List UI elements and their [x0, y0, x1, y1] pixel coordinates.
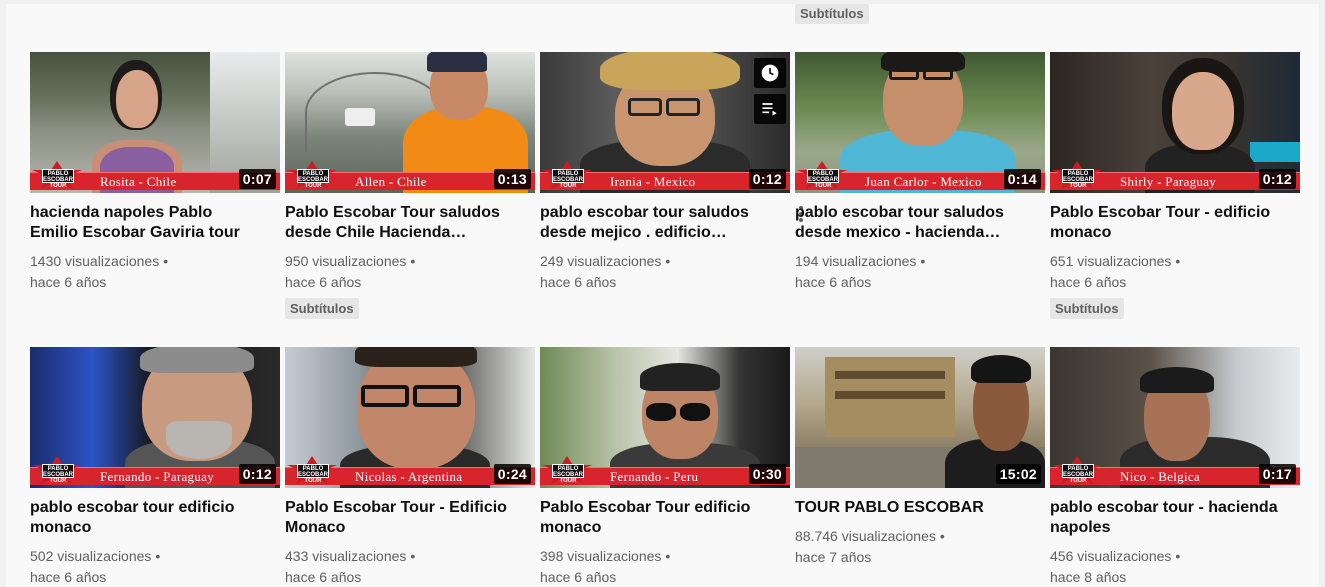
upload-age: hace 6 años	[540, 274, 617, 290]
subtitles-badge: Subtítulos	[795, 4, 869, 24]
video-card[interactable]: Rosita - Chile PABLO ESCOBAR TOUR 0:07 h…	[30, 52, 280, 293]
tour-logo: PABLO ESCOBAR TOUR	[542, 161, 594, 191]
video-meta: 249 visualizaciones • hace 6 años	[540, 253, 671, 290]
video-thumbnail[interactable]: 15:02	[795, 347, 1045, 488]
video-thumbnail[interactable]: Nicolas - Argentina PABLO ESCOBAR TOUR 0…	[285, 347, 535, 488]
video-duration: 0:12	[238, 464, 276, 484]
video-meta: 433 visualizaciones • hace 6 años	[285, 548, 416, 585]
video-duration: 0:12	[1258, 169, 1296, 189]
view-count: 398 visualizaciones	[540, 548, 662, 564]
video-title[interactable]: Pablo Escobar Tour saludos desde Chile H…	[285, 203, 515, 243]
video-meta: 651 visualizaciones • hace 6 años	[1050, 253, 1181, 290]
video-duration: 0:17	[1258, 464, 1296, 484]
view-count: 950 visualizaciones	[285, 253, 407, 269]
video-thumbnail[interactable]: Irania - Mexico PABLO ESCOBAR TOUR 0:12	[540, 52, 790, 193]
video-meta: 194 visualizaciones • hace 6 años	[795, 253, 926, 290]
view-count: 456 visualizaciones	[1050, 548, 1172, 564]
subtitles-badge: Subtítulos	[1050, 298, 1124, 319]
video-thumbnail[interactable]: Fernando - Paraguay PABLO ESCOBAR TOUR 0…	[30, 347, 280, 488]
tour-logo: PABLO ESCOBAR TOUR	[32, 161, 84, 191]
video-card[interactable]: Shirly - Paraguay PABLO ESCOBAR TOUR 0:1…	[1050, 52, 1300, 319]
clock-icon	[761, 64, 779, 82]
video-duration: 0:07	[238, 169, 276, 189]
view-count: 1430 visualizaciones	[30, 253, 160, 269]
upload-age: hace 6 años	[285, 569, 362, 585]
video-card[interactable]: Fernando - Paraguay PABLO ESCOBAR TOUR 0…	[30, 347, 280, 587]
upload-age: hace 6 años	[1050, 274, 1127, 290]
tour-logo: PABLO ESCOBAR TOUR	[287, 161, 339, 191]
video-duration: 15:02	[995, 464, 1041, 484]
view-count: 433 visualizaciones	[285, 548, 407, 564]
tour-logo: PABLO ESCOBAR TOUR	[542, 456, 594, 486]
video-thumbnail[interactable]: Juan Carlor - Mexico PABLO ESCOBAR TOUR …	[795, 52, 1045, 193]
tour-logo: PABLO ESCOBAR TOUR	[1052, 456, 1104, 486]
view-count: 502 visualizaciones	[30, 548, 152, 564]
view-count: 249 visualizaciones	[540, 253, 662, 269]
video-thumbnail[interactable]: Shirly - Paraguay PABLO ESCOBAR TOUR 0:1…	[1050, 52, 1300, 193]
video-title[interactable]: Pablo Escobar Tour edificio monaco	[540, 498, 770, 538]
video-meta: 950 visualizaciones • hace 6 años	[285, 253, 416, 290]
tour-logo: PABLO ESCOBAR TOUR	[287, 456, 339, 486]
video-card[interactable]: Irania - Mexico PABLO ESCOBAR TOUR 0:12 …	[540, 52, 803, 293]
video-card[interactable]: Fernando - Peru PABLO ESCOBAR TOUR 0:30 …	[540, 347, 790, 587]
tour-logo: PABLO ESCOBAR TOUR	[797, 161, 849, 191]
upload-age: hace 6 años	[30, 274, 107, 290]
video-title[interactable]: Pablo Escobar Tour - Edificio Monaco	[285, 498, 515, 538]
upload-age: hace 6 años	[30, 569, 107, 585]
video-duration: 0:14	[1003, 169, 1041, 189]
tour-logo: PABLO ESCOBAR TOUR	[32, 456, 84, 486]
video-meta: 502 visualizaciones • hace 6 años	[30, 548, 161, 585]
upload-age: hace 6 años	[285, 274, 362, 290]
video-card[interactable]: Allen - Chile PABLO ESCOBAR TOUR 0:13 Pa…	[285, 52, 535, 319]
upload-age: hace 6 años	[540, 569, 617, 585]
video-duration: 0:12	[748, 169, 786, 189]
video-duration: 0:30	[748, 464, 786, 484]
video-thumbnail[interactable]: Allen - Chile PABLO ESCOBAR TOUR 0:13	[285, 52, 535, 193]
video-thumbnail[interactable]: Fernando - Peru PABLO ESCOBAR TOUR 0:30	[540, 347, 790, 488]
queue-icon	[762, 103, 777, 116]
upload-age: hace 7 años	[795, 549, 872, 565]
video-title[interactable]: hacienda napoles Pablo Emilio Escobar Ga…	[30, 203, 260, 243]
view-count: 651 visualizaciones	[1050, 253, 1172, 269]
video-meta: 456 visualizaciones • hace 8 años	[1050, 548, 1181, 585]
video-thumbnail[interactable]: Nico - Belgica PABLO ESCOBAR TOUR 0:17	[1050, 347, 1300, 488]
add-to-queue-button[interactable]	[754, 94, 786, 124]
video-meta: 398 visualizaciones • hace 6 años	[540, 548, 671, 585]
video-title[interactable]: pablo escobar tour - hacienda napoles	[1050, 498, 1280, 538]
video-card[interactable]: Juan Carlor - Mexico PABLO ESCOBAR TOUR …	[795, 52, 1045, 293]
video-title[interactable]: pablo escobar tour edificio monaco	[30, 498, 260, 538]
video-card[interactable]: Nicolas - Argentina PABLO ESCOBAR TOUR 0…	[285, 347, 535, 587]
video-meta: 88.746 visualizaciones • hace 7 años	[795, 528, 945, 565]
video-duration: 0:24	[493, 464, 531, 484]
video-card[interactable]: Nico - Belgica PABLO ESCOBAR TOUR 0:17 p…	[1050, 347, 1300, 587]
subtitles-badge: Subtítulos	[285, 298, 359, 319]
upload-age: hace 6 años	[795, 274, 872, 290]
view-count: 194 visualizaciones	[795, 253, 917, 269]
upload-age: hace 8 años	[1050, 569, 1127, 585]
video-title[interactable]: pablo escobar tour saludos desde mexico …	[795, 203, 1025, 243]
view-count: 88.746 visualizaciones	[795, 528, 936, 544]
video-card[interactable]: 15:02 TOUR PABLO ESCOBAR 88.746 visualiz…	[795, 347, 1045, 568]
video-title[interactable]: pablo escobar tour saludos desde mejico …	[540, 203, 770, 243]
video-thumbnail[interactable]: Rosita - Chile PABLO ESCOBAR TOUR 0:07	[30, 52, 280, 193]
tour-logo: PABLO ESCOBAR TOUR	[1052, 161, 1104, 191]
video-meta: 1430 visualizaciones • hace 6 años	[30, 253, 169, 290]
watch-later-button[interactable]	[754, 58, 786, 88]
video-duration: 0:13	[493, 169, 531, 189]
video-title[interactable]: Pablo Escobar Tour - edificio monaco	[1050, 203, 1280, 243]
